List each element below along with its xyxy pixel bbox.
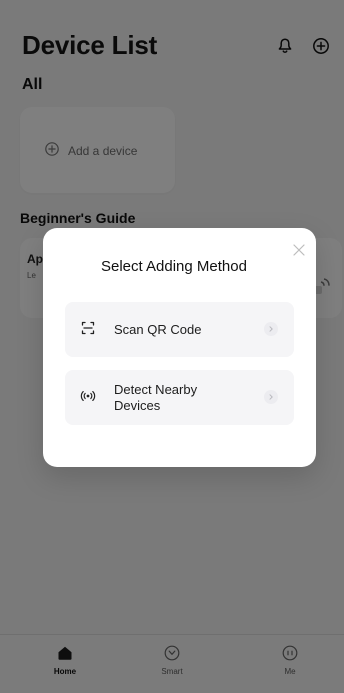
scan-qr-code-label: Scan QR Code — [114, 322, 202, 337]
scan-qr-code-option[interactable]: Scan QR Code — [65, 302, 294, 357]
close-icon[interactable] — [292, 243, 306, 257]
nearby-signal-icon — [79, 387, 97, 405]
chevron-right-icon — [264, 390, 278, 404]
detect-nearby-devices-option[interactable]: Detect Nearby Devices — [65, 370, 294, 425]
detect-nearby-devices-label: Detect Nearby Devices — [114, 382, 198, 413]
chevron-right-icon — [264, 322, 278, 336]
scan-icon — [79, 319, 97, 337]
modal-title: Select Adding Method — [101, 258, 247, 275]
app-screen: Device List All — [0, 0, 344, 693]
adding-method-modal: Select Adding Method Scan QR Code Detect… — [43, 228, 316, 467]
